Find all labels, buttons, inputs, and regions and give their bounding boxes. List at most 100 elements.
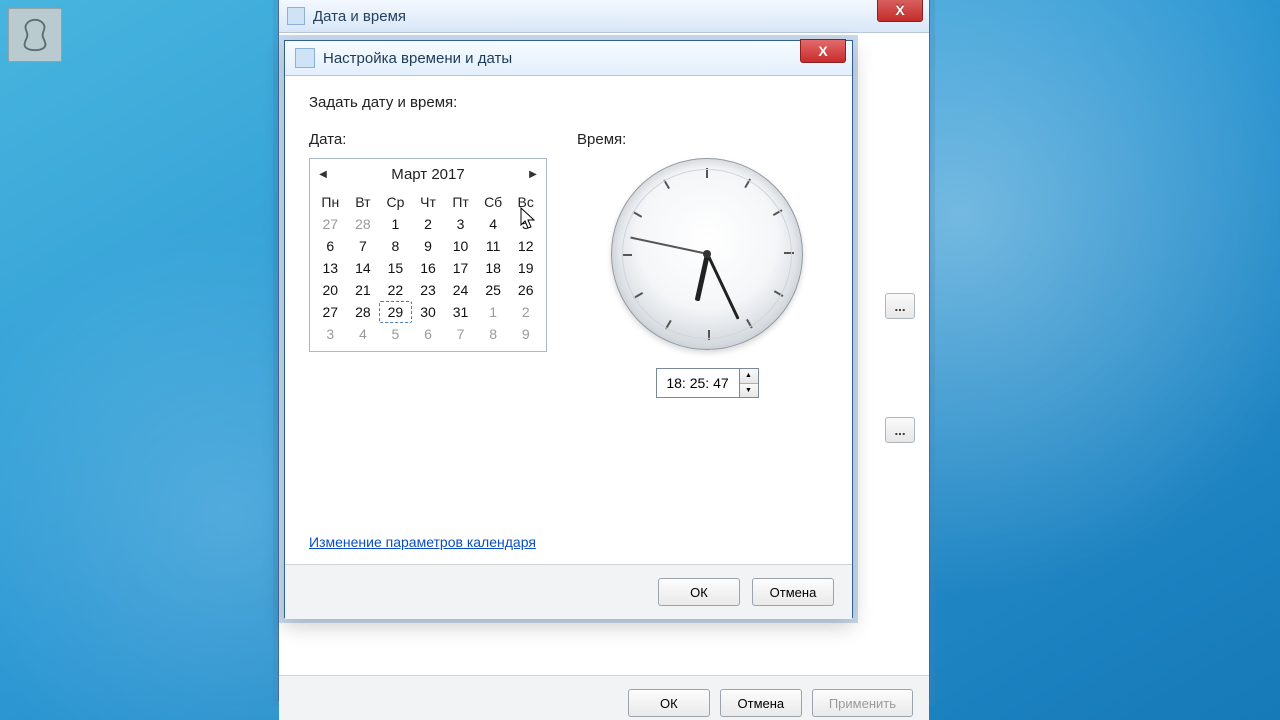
calendar-dow: Ср [379, 191, 412, 213]
analog-clock [611, 158, 803, 350]
chevron-right-icon: ▶ [529, 169, 537, 180]
calendar-month-label[interactable]: Март 2017 [391, 166, 464, 183]
dialog-ok-button[interactable]: ОК [658, 578, 740, 606]
calendar-day[interactable]: 1 [477, 301, 510, 323]
calendar-day[interactable]: 20 [314, 279, 347, 301]
dialog-cancel-button[interactable]: Отмена [752, 578, 834, 606]
calendar-day[interactable]: 9 [412, 235, 445, 257]
calendar-day[interactable]: 22 [379, 279, 412, 301]
date-time-settings-dialog: Настройка времени и даты X Задать дату и… [284, 40, 853, 618]
calendar-day[interactable]: 4 [477, 213, 510, 235]
calendar-prev-button[interactable]: ◀ [316, 167, 330, 181]
calendar-day[interactable]: 19 [509, 257, 542, 279]
calendar-day[interactable]: 3 [314, 323, 347, 345]
calendar-day[interactable]: 27 [314, 213, 347, 235]
calendar-dow: Вс [509, 191, 542, 213]
calendar-day[interactable]: 27 [314, 301, 347, 323]
calendar-day[interactable]: 5 [509, 213, 542, 235]
calendar-day[interactable]: 15 [379, 257, 412, 279]
clock-tick [665, 320, 672, 330]
calendar-day[interactable]: 17 [444, 257, 477, 279]
background-ellipsis-button-2[interactable]: ... [885, 417, 915, 443]
window-close-button[interactable]: X [877, 0, 923, 22]
desktop-shortcut-icon[interactable] [8, 8, 62, 62]
clock-tick [622, 254, 632, 256]
chevron-down-icon: ▼ [745, 387, 752, 394]
calendar-dow: Сб [477, 191, 510, 213]
clock-tick [708, 330, 710, 340]
calendar-dow: Пн [314, 191, 347, 213]
window-footer: ОК Отмена Применить [279, 675, 929, 720]
calendar-next-button[interactable]: ▶ [526, 167, 540, 181]
calendar-day[interactable]: 7 [347, 235, 380, 257]
calendar-header: ◀ Март 2017 ▶ [310, 159, 546, 189]
calendar-day[interactable]: 3 [444, 213, 477, 235]
calendar-day[interactable]: 14 [347, 257, 380, 279]
time-input[interactable] [656, 368, 740, 398]
calendar-day[interactable]: 23 [412, 279, 445, 301]
time-label: Время: [577, 131, 837, 148]
calendar-day[interactable]: 26 [509, 279, 542, 301]
dialog-close-button[interactable]: X [800, 39, 846, 63]
calendar-day[interactable]: 9 [509, 323, 542, 345]
calendar-day[interactable]: 8 [379, 235, 412, 257]
calendar-day[interactable]: 28 [347, 213, 380, 235]
calendar-settings-link[interactable]: Изменение параметров календаря [309, 534, 536, 550]
calendar-dow: Пт [444, 191, 477, 213]
dialog-icon [295, 48, 315, 68]
calendar-day[interactable]: 21 [347, 279, 380, 301]
chevron-left-icon: ◀ [319, 169, 327, 180]
calendar-day[interactable]: 2 [509, 301, 542, 323]
calendar-day[interactable]: 12 [509, 235, 542, 257]
calendar-day[interactable]: 7 [444, 323, 477, 345]
calendar-day[interactable]: 4 [347, 323, 380, 345]
calendar-day[interactable]: 28 [347, 301, 380, 323]
calendar-day[interactable]: 29 [379, 301, 412, 323]
calendar-day[interactable]: 30 [412, 301, 445, 323]
clock-tick [774, 290, 784, 297]
calendar-dow: Чт [412, 191, 445, 213]
parent-apply-button[interactable]: Применить [812, 689, 913, 717]
clock-tick [634, 292, 644, 299]
calendar-day[interactable]: 18 [477, 257, 510, 279]
dialog-titlebar[interactable]: Настройка времени и даты X [285, 41, 852, 76]
parent-cancel-button[interactable]: Отмена [720, 689, 802, 717]
clock-tick [746, 319, 753, 329]
clock-minute-hand [706, 253, 739, 319]
clock-tick [744, 179, 751, 189]
clock-tick [663, 180, 670, 190]
window-title: Дата и время [313, 8, 406, 25]
window-titlebar[interactable]: Дата и время X [279, 0, 929, 33]
date-label: Дата: [309, 131, 547, 148]
close-icon: X [895, 2, 904, 18]
calendar-day[interactable]: 6 [314, 235, 347, 257]
calendar-day[interactable]: 8 [477, 323, 510, 345]
chevron-up-icon: ▲ [745, 372, 752, 379]
dialog-body: Задать дату и время: Дата: ◀ Март 2017 ▶… [285, 76, 852, 564]
calendar-grid: ПнВтСрЧтПтСбВс27281234567891011121314151… [310, 189, 546, 351]
clock-second-hand [631, 237, 708, 255]
calendar-day[interactable]: 13 [314, 257, 347, 279]
calendar-day[interactable]: 1 [379, 213, 412, 235]
time-spinner-down[interactable]: ▼ [740, 384, 758, 398]
clock-center-pin [703, 250, 711, 258]
dialog-title: Настройка времени и даты [323, 50, 512, 67]
calendar-day[interactable]: 24 [444, 279, 477, 301]
calendar-day[interactable]: 11 [477, 235, 510, 257]
calendar: ◀ Март 2017 ▶ ПнВтСрЧтПтСбВс272812345678… [309, 158, 547, 352]
time-spinner-up[interactable]: ▲ [740, 369, 758, 384]
calendar-day[interactable]: 31 [444, 301, 477, 323]
calendar-day[interactable]: 6 [412, 323, 445, 345]
calendar-day[interactable]: 25 [477, 279, 510, 301]
calendar-day[interactable]: 16 [412, 257, 445, 279]
calendar-day[interactable]: 5 [379, 323, 412, 345]
clock-tick [784, 252, 794, 254]
window-icon [287, 7, 305, 25]
clock-tick [633, 211, 643, 218]
background-ellipsis-button-1[interactable]: ... [885, 293, 915, 319]
clock-tick [773, 209, 783, 216]
calendar-dow: Вт [347, 191, 380, 213]
calendar-day[interactable]: 10 [444, 235, 477, 257]
parent-ok-button[interactable]: ОК [628, 689, 710, 717]
calendar-day[interactable]: 2 [412, 213, 445, 235]
